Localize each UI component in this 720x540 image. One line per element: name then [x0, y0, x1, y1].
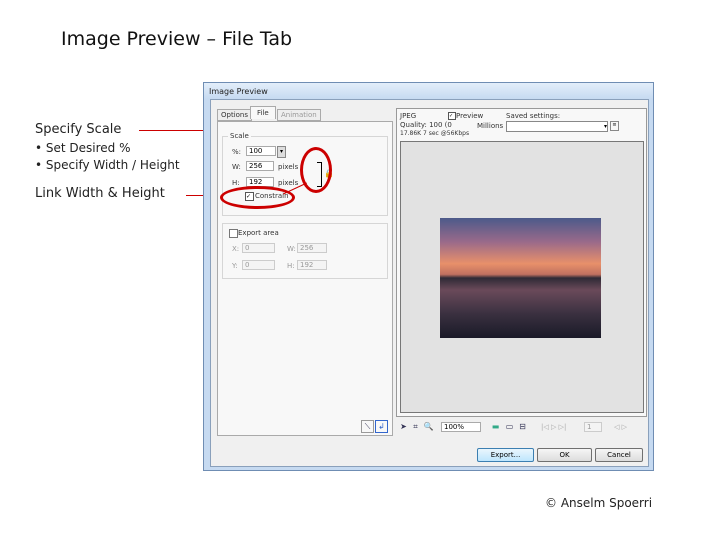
- saved-settings-dropdown[interactable]: ▾: [506, 121, 608, 132]
- width-input[interactable]: 256: [246, 161, 274, 171]
- export-area-label: Export area: [238, 229, 279, 237]
- frame-step-icons[interactable]: ◁ ▷: [614, 423, 627, 431]
- dialog-title: Image Preview: [204, 83, 653, 99]
- highlight-oval-lock: [300, 147, 332, 193]
- note-bullet: • Specify Width / Height: [35, 158, 180, 172]
- pointer-icon[interactable]: ➤: [398, 421, 409, 432]
- preview-label: Preview: [456, 112, 484, 120]
- ok-button[interactable]: OK: [537, 448, 592, 462]
- percent-input[interactable]: 100: [246, 146, 276, 156]
- millions-label: Millions: [477, 122, 504, 130]
- export-area-checkbox[interactable]: [229, 229, 238, 238]
- preview-image: [440, 218, 601, 338]
- x-label: X:: [232, 245, 240, 253]
- cancel-button[interactable]: Cancel: [595, 448, 643, 462]
- note-link: Link Width & Height: [35, 186, 165, 201]
- w-label: W:: [232, 163, 241, 171]
- preview-checkbox[interactable]: ✓: [448, 112, 456, 120]
- highlight-oval-constrain: [220, 186, 295, 209]
- export-area-icon[interactable]: ↲: [375, 420, 388, 433]
- export-height-input[interactable]: 192: [297, 260, 327, 270]
- dialog-body: Options File Animation Scale %: 100 ▾ W:…: [210, 99, 649, 467]
- four-up-icon[interactable]: ⊟: [517, 421, 528, 432]
- frame-nav-icons[interactable]: |◁ ▷ ▷|: [541, 423, 566, 431]
- export-width-input[interactable]: 256: [297, 243, 327, 253]
- note-specify-scale: Specify Scale: [35, 122, 122, 137]
- tab-options[interactable]: Options: [217, 109, 253, 121]
- zoom-icon[interactable]: 🔍: [423, 421, 434, 432]
- tab-file[interactable]: File: [250, 106, 276, 119]
- ew-label: W:: [287, 245, 296, 253]
- image-preview-dialog: Image Preview Options File Animation Sca…: [203, 82, 654, 471]
- y-input[interactable]: 0: [242, 260, 275, 270]
- pct-label: %:: [232, 148, 242, 156]
- settings-options-button[interactable]: ≡: [610, 121, 619, 131]
- quality-label: Quality: 100 (0: [400, 121, 452, 129]
- percent-dropdown[interactable]: ▾: [277, 146, 286, 158]
- frame-input[interactable]: 1: [584, 422, 602, 432]
- slide-title: Image Preview – File Tab: [61, 28, 293, 50]
- unit-label: pixels: [278, 179, 299, 187]
- crop-icon[interactable]: ⌗: [410, 421, 421, 432]
- two-up-icon[interactable]: ▭: [504, 421, 515, 432]
- zoom-select[interactable]: 100%: [441, 422, 481, 432]
- preview-panel: JPEG ✓ Preview Quality: 100 (0 Millions …: [396, 108, 647, 417]
- eh-label: H:: [287, 262, 295, 270]
- single-view-icon[interactable]: ▬: [490, 421, 501, 432]
- crop-tool-icon[interactable]: ⟍: [361, 420, 374, 433]
- format-label: JPEG: [400, 112, 417, 120]
- saved-settings-label: Saved settings:: [506, 112, 561, 120]
- export-button[interactable]: Export...: [477, 448, 534, 462]
- h-label: H:: [232, 179, 240, 187]
- scale-label: Scale: [228, 132, 251, 140]
- note-bullet: • Set Desired %: [35, 141, 131, 155]
- preview-toolbar: ➤ ⌗ 🔍 100% ▬ ▭ ⊟ |◁ ▷ ▷| 1 ◁ ▷: [396, 418, 645, 434]
- y-label: Y:: [232, 262, 238, 270]
- preview-area: [400, 141, 644, 413]
- credit: © Anselm Spoerri: [545, 496, 653, 510]
- unit-label: pixels: [278, 163, 299, 171]
- size-label: 17.86K 7 sec @56Kbps: [400, 130, 470, 137]
- x-input[interactable]: 0: [242, 243, 275, 253]
- tab-animation[interactable]: Animation: [277, 109, 321, 121]
